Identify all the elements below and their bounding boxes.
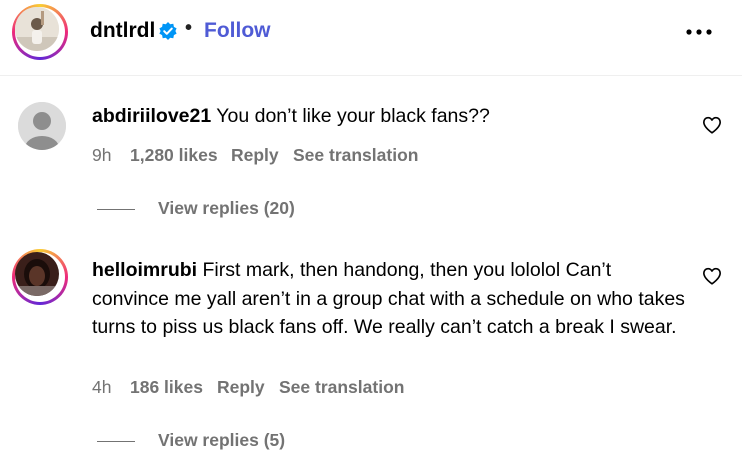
likes-count[interactable]: 1,280 likes (130, 145, 218, 166)
heart-icon[interactable] (702, 116, 722, 134)
profile-photo (15, 7, 59, 51)
comment-time: 9h (92, 145, 112, 165)
reply-button[interactable]: Reply (231, 145, 279, 166)
view-replies-button[interactable]: View replies (20) (158, 198, 295, 219)
likes-count[interactable]: 186 likes (130, 377, 203, 398)
reply-button[interactable]: Reply (217, 377, 265, 398)
comment-text-block: helloimrubi First mark, then handong, th… (92, 256, 692, 342)
view-replies-button[interactable]: View replies (5) (158, 430, 285, 451)
default-avatar[interactable] (18, 102, 66, 150)
replies-divider-line (97, 441, 135, 442)
see-translation-button[interactable]: See translation (279, 377, 404, 398)
commenter-photo (15, 252, 59, 296)
verified-badge-icon (159, 22, 177, 40)
comment-body: You don’t like your black fans?? (216, 105, 490, 127)
follow-button[interactable]: Follow (204, 19, 271, 43)
comment-meta: 4h 186 likes Reply See translation (92, 377, 492, 401)
more-horizontal-icon[interactable] (686, 29, 712, 35)
commenter-avatar[interactable] (12, 249, 68, 305)
separator-dot: • (185, 17, 193, 39)
see-translation-button[interactable]: See translation (293, 145, 418, 166)
post-author-username[interactable]: dntlrdl (90, 19, 155, 43)
comment-author[interactable]: abdiriilove21 (92, 105, 211, 127)
profile-avatar[interactable] (12, 4, 68, 60)
person-icon (18, 102, 66, 150)
comment-text-block: abdiriilove21 You don’t like your black … (92, 102, 692, 131)
comment-meta: 9h 1,280 likes Reply See translation (92, 145, 492, 169)
comment-time: 4h (92, 377, 112, 397)
replies-divider-line (97, 209, 135, 210)
comment-author[interactable]: helloimrubi (92, 259, 197, 281)
post-header: dntlrdl • Follow (0, 0, 742, 76)
heart-icon[interactable] (702, 267, 722, 285)
